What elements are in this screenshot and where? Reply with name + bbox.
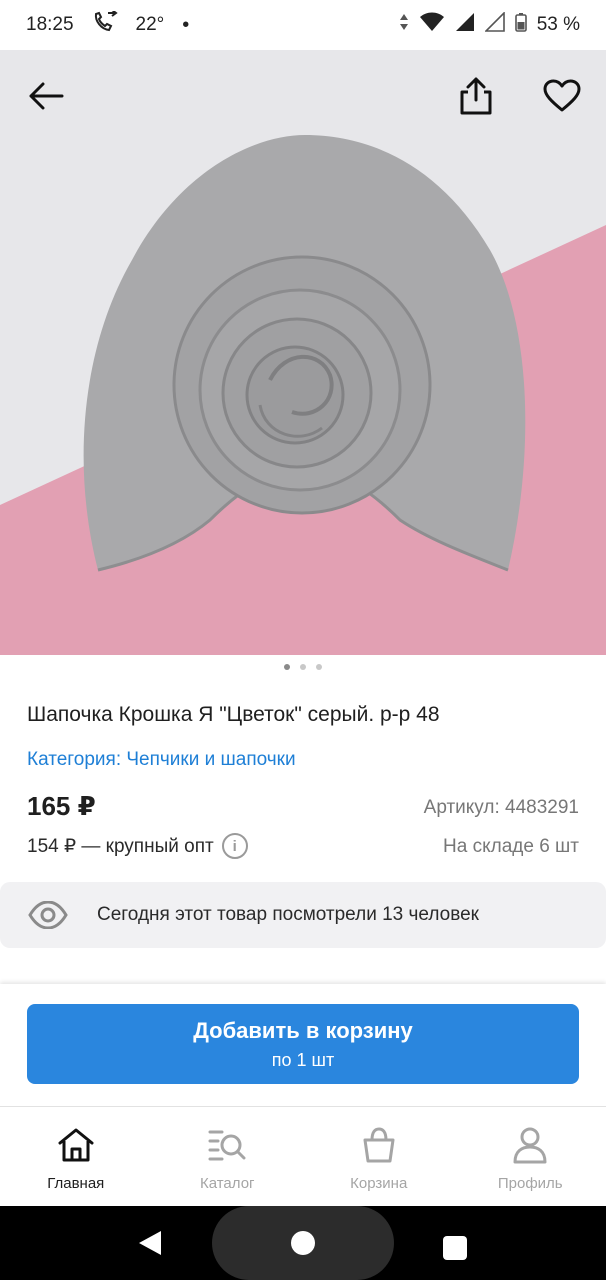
bulk-price-row: 154 ₽ — крупный опт i: [27, 833, 248, 859]
shopping-bag-icon: [359, 1125, 399, 1165]
status-time: 18:25: [26, 14, 74, 35]
signal-icon-empty: [483, 11, 505, 38]
tab-home[interactable]: Главная: [0, 1107, 152, 1206]
product-price: 165 ₽: [27, 791, 96, 821]
tab-cart-label: Корзина: [350, 1175, 408, 1192]
wifi-icon: [419, 12, 445, 38]
tab-profile[interactable]: Профиль: [455, 1107, 606, 1206]
nav-back-icon[interactable]: [137, 1230, 163, 1261]
image-pager[interactable]: [0, 664, 606, 670]
pager-dot-active[interactable]: [284, 664, 290, 670]
views-card: Сегодня этот товар посмотрели 13 человек: [0, 882, 606, 948]
call-forwarding-icon: [92, 9, 118, 39]
status-bar: 18:25 22° • 53 %: [0, 0, 606, 50]
arrow-left-icon: [28, 82, 64, 115]
battery-percent: 53 %: [536, 14, 580, 35]
tab-cart[interactable]: Корзина: [303, 1107, 455, 1206]
add-to-cart-button[interactable]: Добавить в корзину по 1 шт: [27, 1004, 579, 1084]
category-link[interactable]: Категория: Чепчики и шапочки: [27, 749, 296, 771]
tab-catalog[interactable]: Каталог: [152, 1107, 304, 1206]
profile-icon: [510, 1125, 550, 1165]
system-nav-bar: [0, 1206, 606, 1280]
heart-icon: [543, 79, 581, 118]
product-title: Шапочка Крошка Я "Цветок" серый. р-р 48: [27, 703, 440, 726]
bulk-price: 154 ₽ — крупный опт: [27, 835, 214, 857]
favorite-button[interactable]: [540, 76, 584, 120]
home-icon: [56, 1125, 96, 1165]
article-number: Артикул: 4483291: [423, 797, 579, 818]
data-arrows-icon: [399, 13, 409, 37]
share-button[interactable]: [454, 76, 498, 120]
catalog-search-icon: [207, 1125, 247, 1165]
nav-home-icon[interactable]: [291, 1231, 315, 1255]
tab-catalog-label: Каталог: [199, 1175, 255, 1192]
eye-icon: [28, 900, 68, 930]
product-image[interactable]: [0, 50, 606, 655]
notification-dot: •: [182, 14, 190, 36]
info-icon[interactable]: i: [221, 833, 248, 859]
product-photo: [0, 50, 606, 655]
tab-profile-label: Профиль: [497, 1175, 563, 1192]
nav-recent-apps-icon[interactable]: [443, 1236, 467, 1260]
add-to-cart-label: Добавить в корзину: [193, 1017, 413, 1043]
stock-count: На складе 6 шт: [443, 836, 579, 857]
pager-dot[interactable]: [316, 664, 322, 670]
signal-icon: [455, 12, 475, 38]
add-to-cart-quantity: по 1 шт: [271, 1049, 335, 1070]
back-button[interactable]: [24, 76, 68, 120]
tab-home-label: Главная: [47, 1175, 105, 1192]
pager-dot[interactable]: [300, 664, 306, 670]
views-text: Сегодня этот товар посмотрели 13 человек: [97, 904, 479, 925]
cart-panel: Добавить в корзину по 1 шт: [0, 984, 606, 1106]
temperature: 22°: [135, 14, 165, 35]
bottom-tab-bar: Главная Каталог Корзина Профиль: [0, 1106, 606, 1206]
battery-icon: [514, 12, 527, 38]
share-icon: [459, 76, 493, 121]
